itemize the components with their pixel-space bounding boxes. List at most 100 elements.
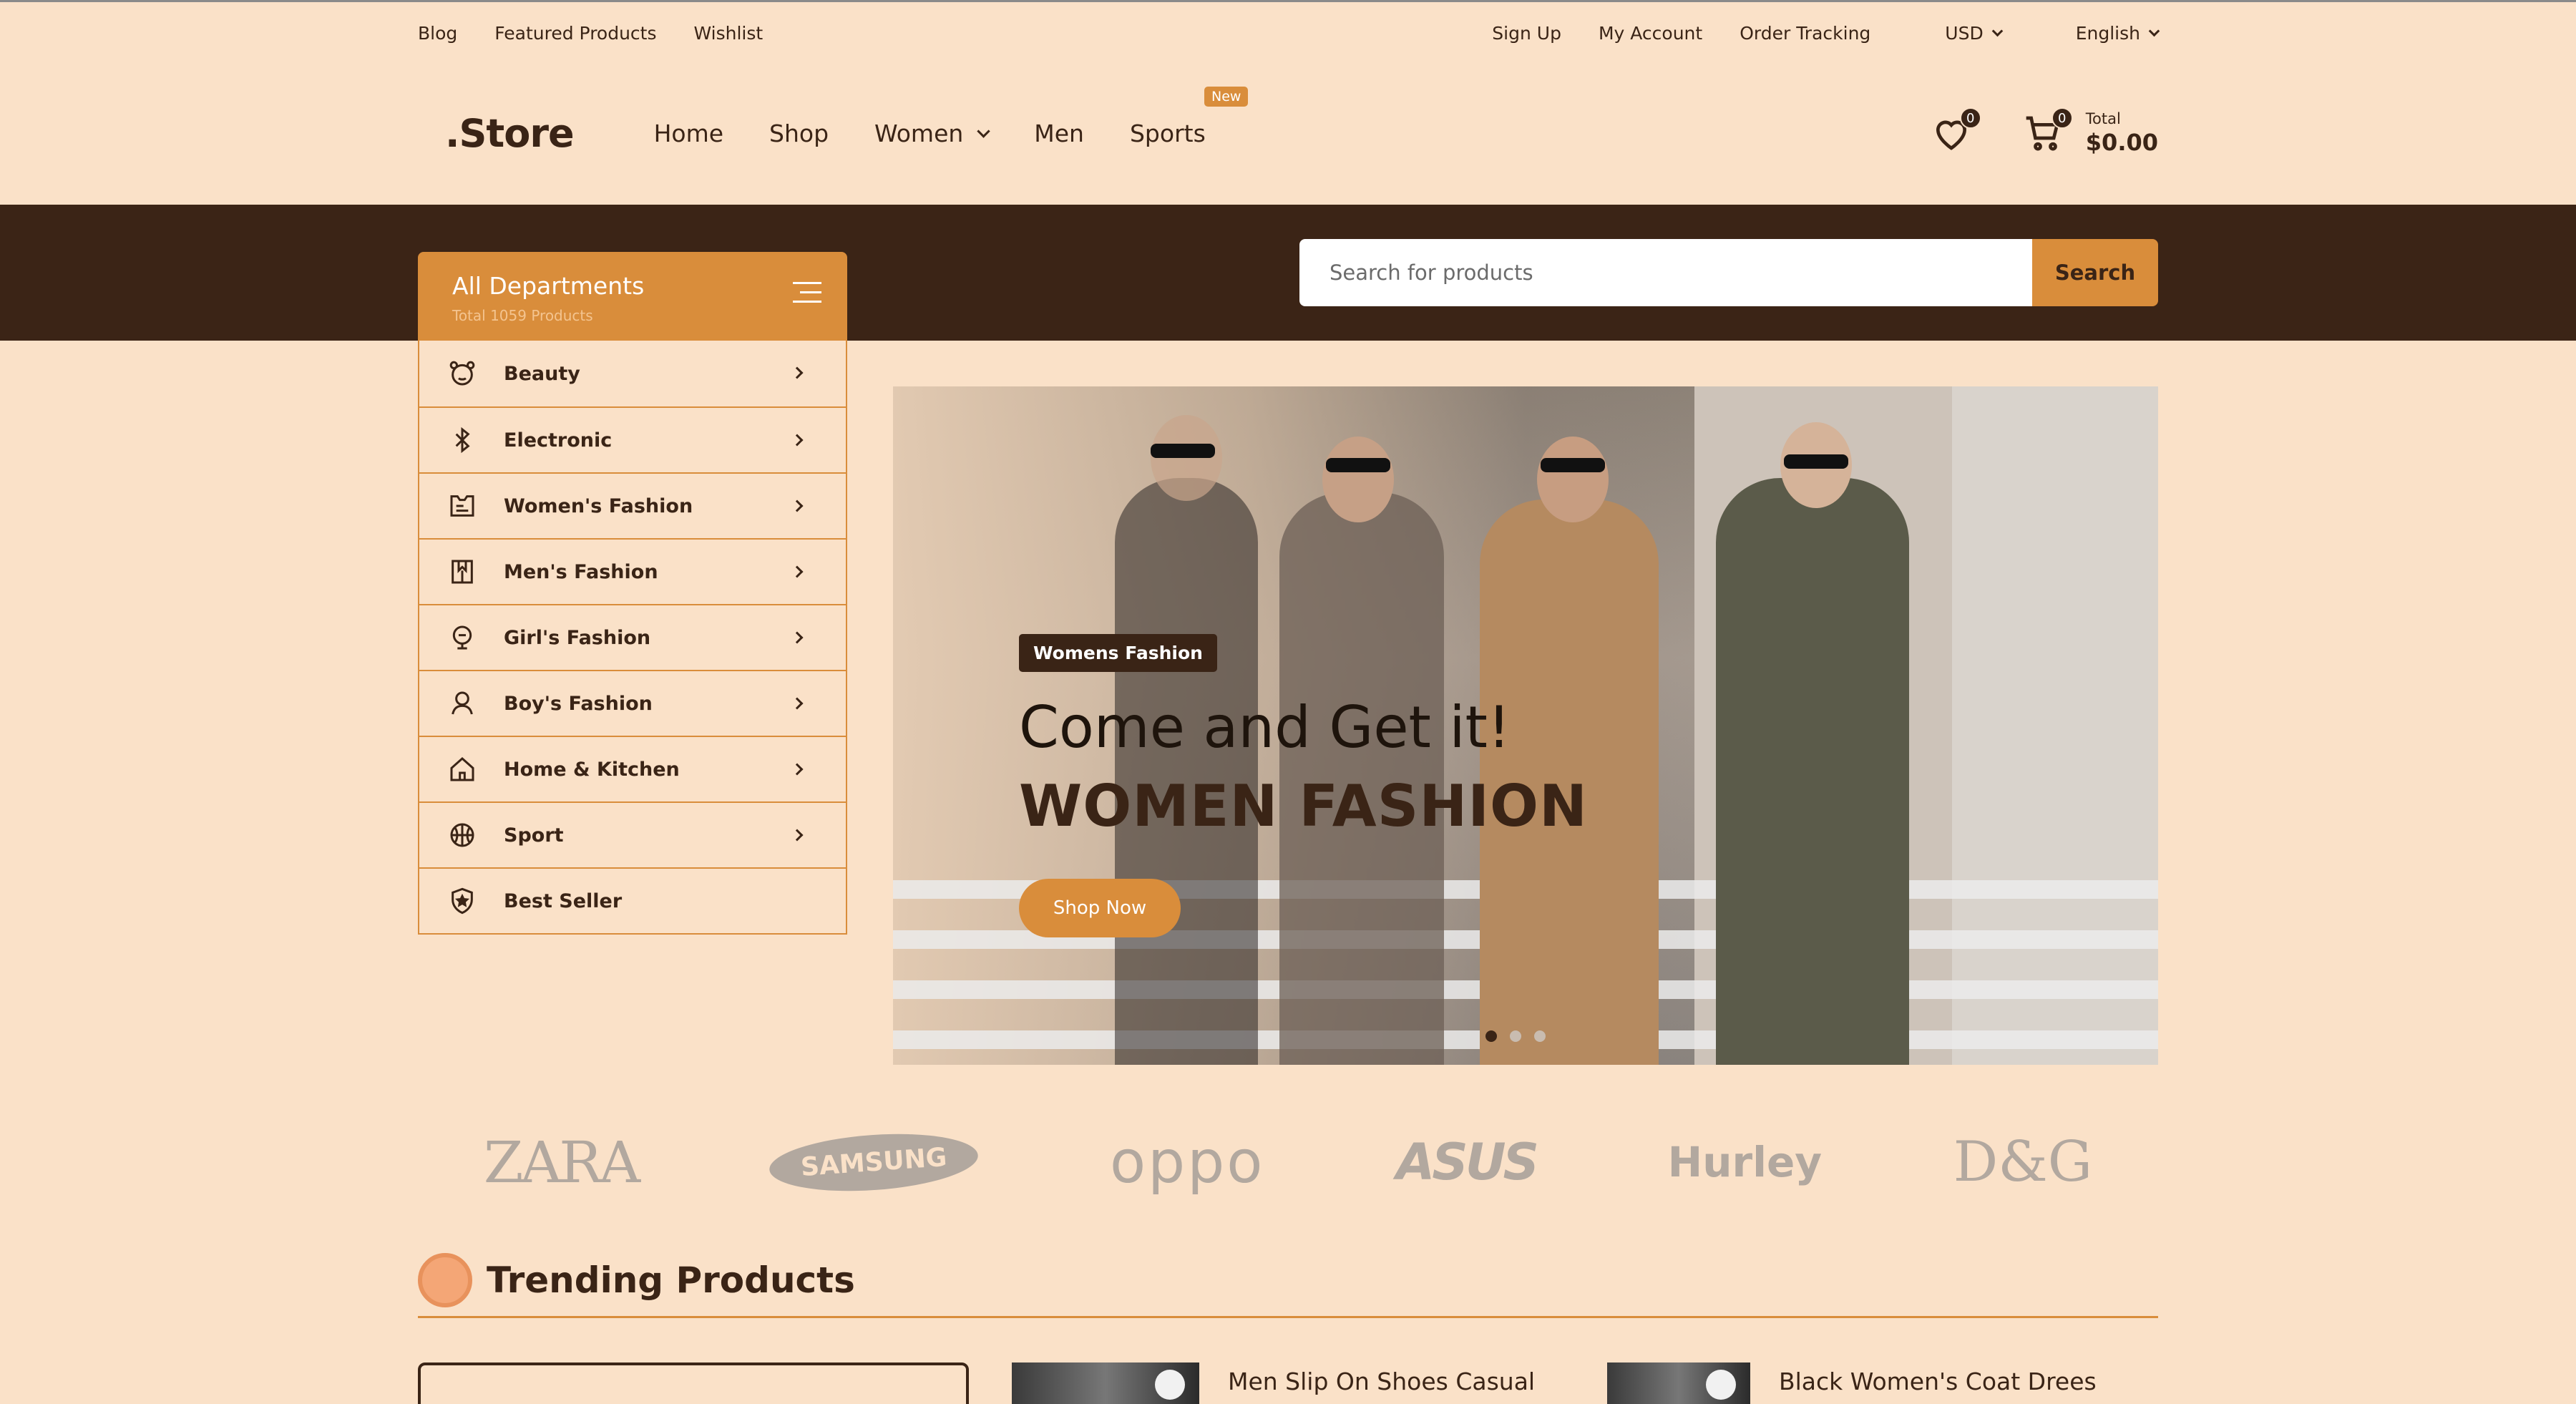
boy-icon: [452, 691, 473, 715]
suit-icon: [452, 560, 473, 584]
product-name[interactable]: Black Women's Coat Drees: [1779, 1365, 2137, 1404]
nav-home[interactable]: Home: [654, 120, 723, 147]
featured-product-card[interactable]: [418, 1362, 969, 1404]
brand-logo-hurley[interactable]: Hurley: [1668, 1138, 1822, 1186]
nav-sports[interactable]: Sports New: [1129, 86, 1249, 147]
store-logo[interactable]: .Store: [445, 111, 575, 156]
dept-label: Girl's Fashion: [504, 626, 651, 649]
dept-item-home-kitchen[interactable]: Home & Kitchen: [419, 736, 846, 801]
main-header: .Store Home Shop Women Men Sports New 0 0…: [0, 62, 2576, 205]
home-icon: [450, 756, 474, 781]
menu-icon[interactable]: [793, 282, 821, 310]
departments-header[interactable]: All Departments Total 1059 Products: [418, 252, 847, 341]
dept-item-girls-fashion[interactable]: Girl's Fashion: [419, 604, 846, 670]
dept-item-womens-fashion[interactable]: Women's Fashion: [419, 472, 846, 538]
brand-logo-dg[interactable]: D&G: [1953, 1130, 2092, 1194]
main-nav: Home Shop Women Men Sports New: [654, 86, 1252, 147]
top-links-right: Sign Up My Account Order Tracking USD En…: [1455, 22, 2160, 44]
dept-label: Women's Fashion: [504, 494, 693, 517]
hero-building: [1952, 386, 2158, 1065]
new-badge: New: [1204, 86, 1249, 107]
top-bar: Blog Featured Products Wishlist Sign Up …: [0, 0, 2576, 62]
currency-value: USD: [1945, 22, 1984, 44]
wishlist-button[interactable]: 0: [1931, 107, 1981, 153]
product-name[interactable]: Men Slip On Shoes Casual With: [1228, 1365, 1586, 1404]
nav-men-label: Men: [1034, 119, 1084, 147]
wishlist-count: 0: [1959, 107, 1981, 129]
trending-title: Trending Products: [487, 1259, 855, 1301]
carousel-dot[interactable]: [1510, 1030, 1521, 1042]
cart-total[interactable]: Total $0.00: [2086, 110, 2158, 156]
total-label: Total: [2085, 110, 2121, 127]
language-select[interactable]: English: [2039, 22, 2160, 44]
dept-item-best-seller[interactable]: Best Seller: [419, 867, 846, 933]
dept-item-beauty[interactable]: Beauty: [419, 341, 846, 406]
dept-label: Boy's Fashion: [504, 692, 653, 715]
hero-headline: Come and Get it!: [1019, 694, 1511, 761]
heart-icon[interactable]: [1706, 1370, 1736, 1400]
product-image[interactable]: [1607, 1362, 1750, 1404]
brand-logo-zara[interactable]: ZARA: [484, 1129, 640, 1196]
departments-title: All Departments: [452, 272, 645, 300]
brand-logo-asus[interactable]: ASUS: [1396, 1133, 1539, 1191]
nav-sports-label: Sports: [1129, 119, 1206, 147]
product-card[interactable]: Black Women's Coat Drees: [1607, 1362, 2137, 1404]
search-input[interactable]: [1299, 239, 2032, 306]
top-links-left: Blog Featured Products Wishlist: [418, 23, 800, 44]
shirt-icon: [450, 495, 474, 517]
dept-label: Sport: [504, 824, 564, 847]
hero-model: [1716, 478, 1909, 1065]
chevron-right-icon: [791, 565, 804, 578]
cart-count: 0: [2051, 107, 2073, 129]
sunglasses: [1326, 458, 1390, 472]
nav-women[interactable]: Women: [874, 120, 990, 147]
dept-item-electronic[interactable]: Electronic: [419, 406, 846, 472]
brand-logo-samsung[interactable]: SAMSUNG: [767, 1127, 980, 1197]
nav-shop[interactable]: Shop: [769, 120, 829, 147]
sunglasses: [1151, 444, 1215, 458]
departments-list: Beauty Electronic Women's Fashion Men's …: [418, 341, 847, 935]
order-tracking-link[interactable]: Order Tracking: [1740, 23, 1870, 44]
featured-products-link[interactable]: Featured Products: [494, 23, 656, 44]
dept-item-mens-fashion[interactable]: Men's Fashion: [419, 538, 846, 604]
currency-select[interactable]: USD: [1908, 22, 2003, 44]
sunglasses: [1784, 454, 1848, 469]
departments-menu: All Departments Total 1059 Products Beau…: [418, 252, 847, 935]
chevron-right-icon: [791, 366, 804, 379]
nav-men[interactable]: Men: [1034, 120, 1084, 147]
shield-star-icon: [452, 887, 473, 915]
sign-up-link[interactable]: Sign Up: [1492, 23, 1561, 44]
sunglasses: [1541, 458, 1605, 472]
product-image[interactable]: [1012, 1362, 1199, 1404]
search-bar: Search: [1299, 239, 2158, 306]
product-card[interactable]: Men Slip On Shoes Casual With: [1012, 1362, 1586, 1404]
dept-label: Home & Kitchen: [504, 758, 680, 781]
dept-label: Beauty: [504, 362, 580, 385]
carousel-dots: [1485, 1030, 1558, 1042]
hero-tag: Womens Fashion: [1019, 634, 1217, 672]
nav-shop-label: Shop: [769, 119, 829, 147]
hero-banner[interactable]: Womens Fashion Come and Get it! WOMEN FA…: [893, 386, 2158, 1065]
bluetooth-icon: [455, 426, 470, 454]
dept-item-boys-fashion[interactable]: Boy's Fashion: [419, 670, 846, 736]
shop-now-button[interactable]: Shop Now: [1019, 879, 1181, 937]
carousel-dot[interactable]: [1534, 1030, 1546, 1042]
my-account-link[interactable]: My Account: [1599, 23, 1702, 44]
blog-link[interactable]: Blog: [418, 23, 457, 44]
language-value: English: [2075, 22, 2140, 44]
wishlist-link[interactable]: Wishlist: [694, 23, 763, 44]
hero-model-head: [1151, 415, 1222, 501]
header-actions: 0 0 Total $0.00: [1931, 107, 2158, 156]
girl-icon: [452, 625, 472, 650]
chevron-down-icon: [2148, 25, 2160, 36]
brand-logo-oppo[interactable]: oppo: [1110, 1128, 1264, 1196]
hero-model: [1115, 478, 1258, 1065]
cart-button[interactable]: 0: [2023, 107, 2073, 153]
hero-model-head: [1537, 437, 1609, 522]
nav-home-label: Home: [653, 119, 724, 147]
carousel-dot[interactable]: [1485, 1030, 1497, 1042]
dept-item-sport[interactable]: Sport: [419, 801, 846, 867]
search-button[interactable]: Search: [2032, 239, 2158, 306]
section-circle-icon: [418, 1252, 472, 1307]
heart-icon[interactable]: [1155, 1370, 1185, 1400]
